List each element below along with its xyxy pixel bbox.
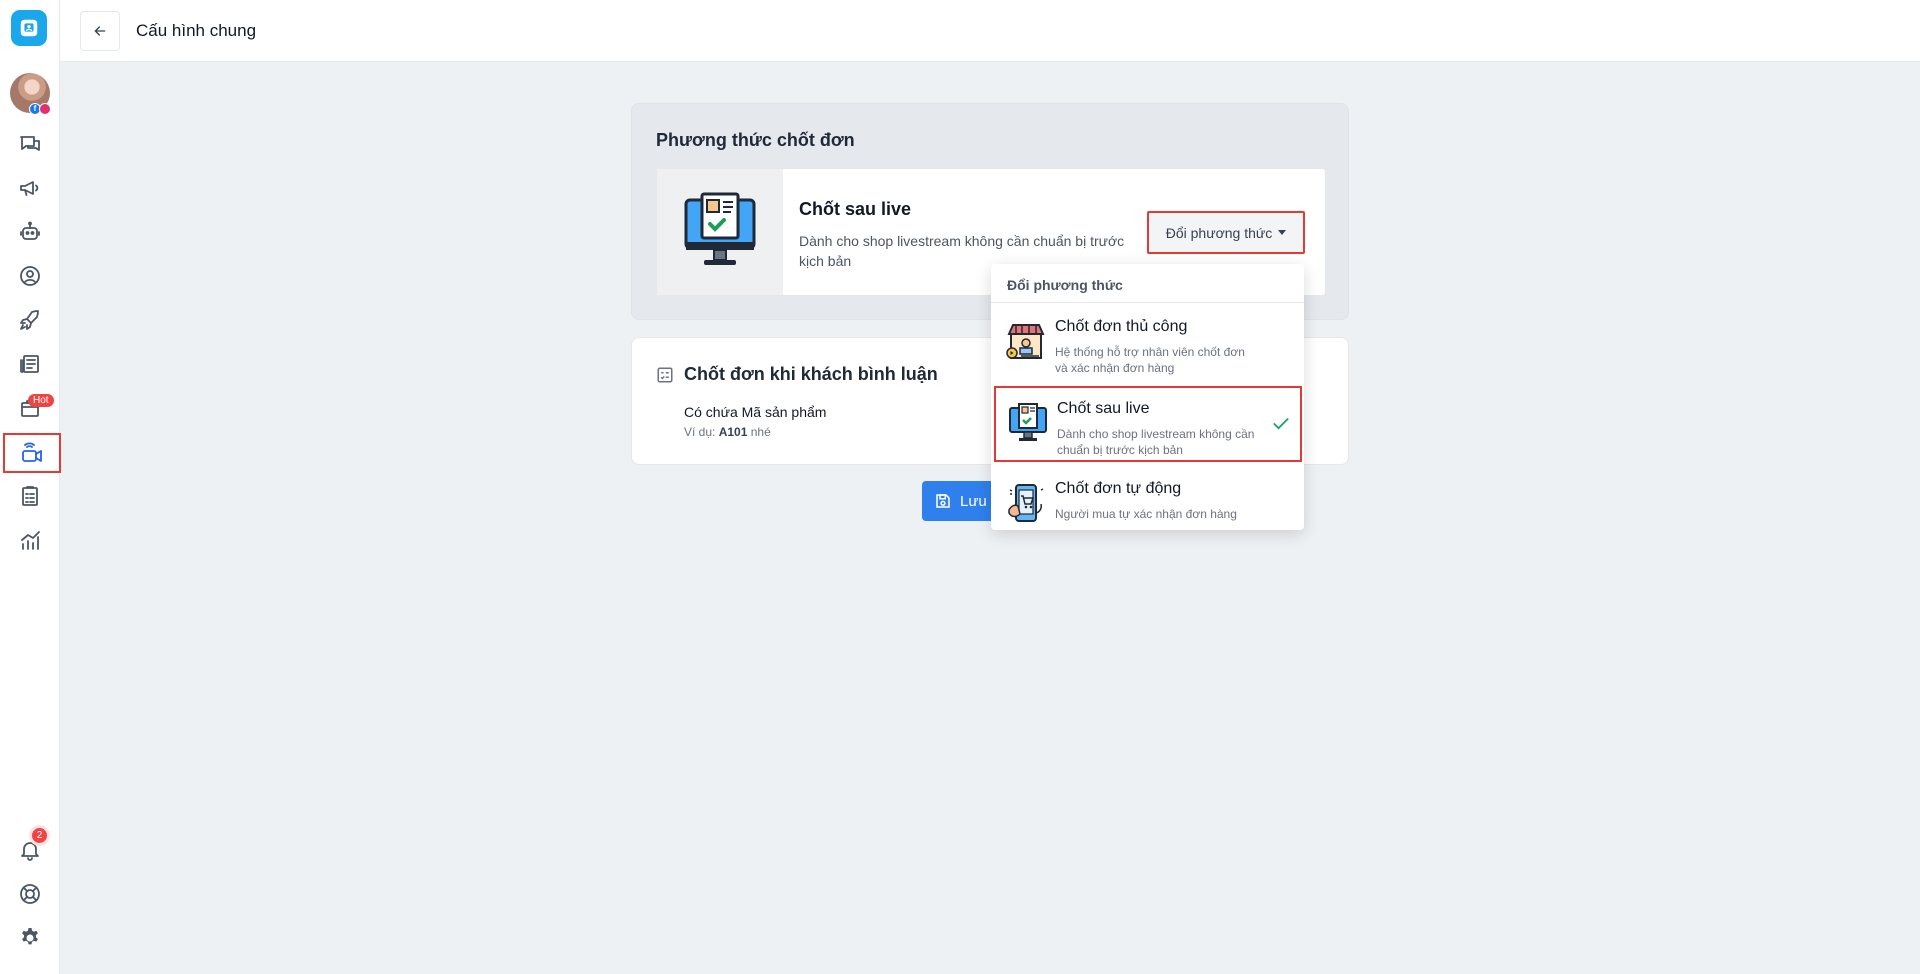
- page-title: Cấu hình chung: [136, 21, 257, 40]
- dropdown-item-description: Dành cho shop livestream không cần chuẩn…: [1057, 427, 1255, 457]
- page-avatar[interactable]: f: [10, 73, 51, 115]
- closing-method-title: Phương thức chốt đơn: [656, 130, 855, 150]
- comment-closing-title: Chốt đơn khi khách bình luận: [684, 364, 938, 384]
- shop-store-icon: [1006, 324, 1045, 359]
- caret-down-icon: [1278, 230, 1287, 235]
- nav-reports-icon[interactable]: [13, 479, 47, 513]
- nav-analytics-icon[interactable]: [13, 523, 47, 557]
- nav-rocket-icon[interactable]: [13, 303, 47, 337]
- monitor-checklist-icon: [657, 169, 783, 295]
- change-method-dropdown: Đổi phương thức Chốt đơn thủ công Hệ thố…: [991, 264, 1304, 530]
- dropdown-divider: [991, 302, 1304, 303]
- nav-campaign-megaphone-icon[interactable]: [13, 171, 47, 205]
- nav-livestream-icon[interactable]: [3, 433, 61, 473]
- dropdown-item-title: Chốt đơn tự động: [1055, 480, 1182, 497]
- dropdown-item-manual[interactable]: Chốt đơn thủ công Hệ thống hỗ trợ nhân v…: [991, 304, 1304, 382]
- back-button[interactable]: [80, 11, 120, 51]
- dropdown-header: Đổi phương thức: [1007, 277, 1123, 293]
- hot-badge: Hot: [28, 394, 54, 407]
- rule-label: Có chứa Mã sản phẩm: [684, 404, 827, 420]
- change-method-label: Đổi phương thức: [1165, 224, 1273, 241]
- selected-check-icon: [1273, 418, 1289, 430]
- notification-count-badge: 2: [32, 828, 47, 843]
- dropdown-item-title: Chốt đơn thủ công: [1055, 318, 1188, 335]
- checklist-icon: [656, 366, 674, 389]
- nav-conversations-icon[interactable]: [13, 127, 47, 161]
- dropdown-item-title: Chốt sau live: [1057, 400, 1150, 417]
- nav-bot-icon[interactable]: [13, 215, 47, 249]
- save-floppy-icon: [936, 494, 950, 508]
- sidebar: f Hot 2: [0, 0, 61, 974]
- nav-settings-gear-icon[interactable]: [13, 921, 47, 955]
- arrow-left-icon: [94, 26, 106, 36]
- dropdown-item-description: Người mua tự xác nhận đơn hàng: [1055, 507, 1237, 521]
- rule-example: Ví dụ: A101 nhé: [684, 425, 771, 439]
- monitor-checklist-icon: [1009, 403, 1047, 441]
- nav-help-lifebuoy-icon[interactable]: [13, 877, 47, 911]
- phone-cart-icon: [1008, 484, 1044, 522]
- dropdown-item-description: Hệ thống hỗ trợ nhân viên chốt đơn và xá…: [1055, 345, 1245, 375]
- instagram-icon: [39, 103, 51, 115]
- top-header: Cấu hình chung: [60, 0, 1920, 62]
- app-logo-icon[interactable]: [11, 10, 47, 46]
- dropdown-item-automatic[interactable]: Chốt đơn tự động Người mua tự xác nhận đ…: [991, 466, 1304, 544]
- nav-posts-icon[interactable]: [13, 347, 47, 381]
- dropdown-item-after-live[interactable]: Chốt sau live Dành cho shop livestream k…: [994, 386, 1302, 462]
- change-method-button[interactable]: Đổi phương thức: [1147, 211, 1305, 254]
- current-method-name: Chốt sau live: [799, 199, 912, 219]
- nav-customers-icon[interactable]: [13, 259, 47, 293]
